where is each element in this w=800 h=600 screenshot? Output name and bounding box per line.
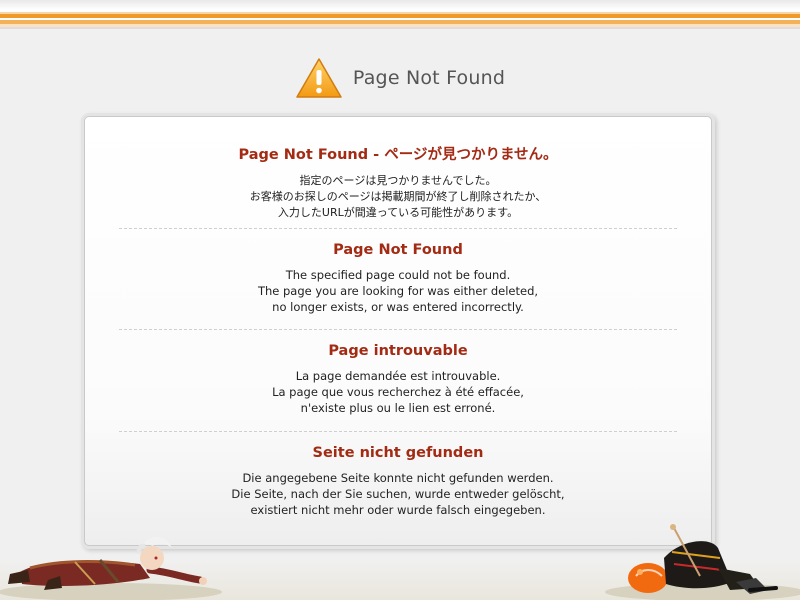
body-line: 入力したURLが間違っている可能性があります。 [277, 206, 519, 219]
section-divider [119, 329, 677, 330]
top-stripe-band [0, 0, 800, 34]
body-line: 指定のページは見つかりませんでした。 [299, 174, 497, 187]
section-body: The specified page could not be found. T… [85, 267, 711, 315]
fallen-character-left-illustration [0, 536, 222, 600]
fallen-character-right-illustration [605, 524, 800, 600]
body-line: The page you are looking for was either … [257, 284, 539, 298]
body-line: no longer exists, or was entered incorre… [272, 300, 524, 314]
section-japanese: Page Not Found - ページが見つかりません。 指定のページは見つか… [85, 143, 711, 221]
warning-triangle-icon [296, 58, 342, 98]
section-german: Seite nicht gefunden Die angegebene Seit… [85, 445, 711, 518]
section-english: Page Not Found The specified page could … [85, 242, 711, 315]
section-divider [119, 228, 677, 229]
section-body: La page demandée est introuvable. La pag… [85, 368, 711, 416]
body-line: La page demandée est introuvable. [295, 369, 501, 383]
body-line: existiert nicht mehr oder wurde falsch e… [250, 503, 546, 517]
section-heading: Page Not Found [333, 242, 463, 258]
section-heading: Page Not Found - ページが見つかりません。 [238, 147, 558, 163]
section-divider [119, 431, 677, 432]
body-line: The specified page could not be found. [285, 268, 511, 282]
page: Page Not Found Page Not Found - ページが見つかり… [0, 0, 800, 600]
page-header: Page Not Found [0, 56, 800, 100]
section-body: Die angegebene Seite konnte nicht gefund… [85, 470, 711, 518]
body-line: Die angegebene Seite konnte nicht gefund… [242, 471, 554, 485]
body-line: n'existe plus ou le lien est erroné. [300, 401, 496, 415]
body-line: La page que vous recherchez à été effacé… [272, 385, 524, 399]
body-line: お客様のお探しのページは掲載期間が終了し削除されたか、 [249, 190, 547, 203]
page-title: Page Not Found [352, 67, 506, 89]
section-heading: Page introuvable [328, 343, 468, 359]
message-card: Page Not Found - ページが見つかりません。 指定のページは見つか… [84, 116, 712, 546]
section-body: 指定のページは見つかりませんでした。 お客様のお探しのページは掲載期間が終了し削… [85, 173, 711, 221]
body-line: Die Seite, nach der Sie suchen, wurde en… [231, 487, 565, 501]
section-french: Page introuvable La page demandée est in… [85, 343, 711, 416]
section-heading: Seite nicht gefunden [312, 445, 484, 461]
